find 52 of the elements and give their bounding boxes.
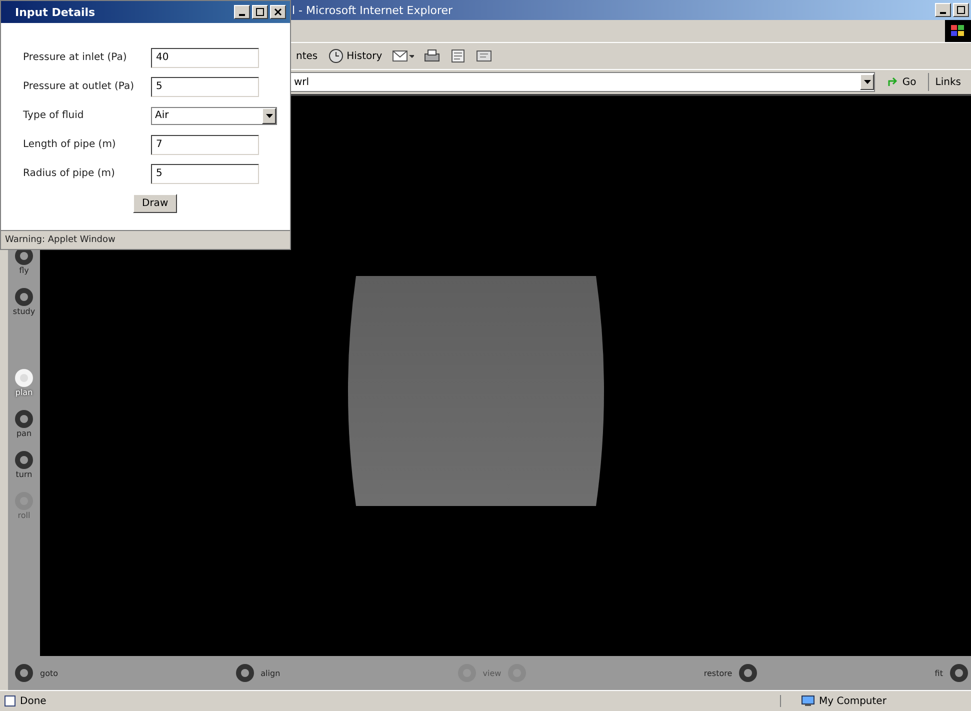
field-label: Pressure at outlet (Pa) [23,81,136,92]
close-icon [274,8,282,16]
arrow-icon [887,76,900,88]
window-title: l - Microsoft Internet Explorer [292,4,453,16]
links-button[interactable]: Links [928,73,967,91]
circle-icon [234,663,255,683]
favorites-button[interactable]: ntes [296,50,318,62]
field-label: Pressure at inlet (Pa) [23,52,128,63]
viewpoint-button[interactable]: restore [704,663,758,683]
circle-icon [14,409,34,429]
viewpoint-button[interactable]: goto [14,663,58,683]
maximize-icon [957,6,965,14]
minimize-button[interactable] [935,3,951,17]
applet-warning: Warning: Applet Window [1,230,290,249]
maximize-button[interactable] [252,5,268,19]
input-field[interactable]: 5 [151,76,259,96]
input-field[interactable]: 40 [151,48,259,68]
circle-icon [14,287,34,307]
dialog-title: Input Details [15,6,96,18]
circle-icon [738,663,758,683]
maximize-icon [256,8,264,16]
draw-button[interactable]: Draw [133,194,178,213]
history-button[interactable]: History [328,48,382,64]
navigation-button[interactable]: pan [14,409,34,438]
circle-icon [14,450,34,470]
field-label: Radius of pipe (m) [23,168,116,179]
zone-text: My Computer [819,696,886,706]
mail-icon[interactable] [392,48,414,64]
status-text: Done [20,696,46,706]
address-field[interactable]: wrl [289,72,876,92]
viewpoint-button[interactable]: fit [934,663,969,683]
navigation-button[interactable]: turn [14,450,34,479]
input-field[interactable]: 7 [151,134,259,154]
print-icon[interactable] [424,48,440,64]
go-button[interactable]: Go [881,76,922,88]
field-label: Type of fluid [23,110,85,121]
navigation-button[interactable]: study [12,287,36,316]
viewpoint-button[interactable]: align [234,663,280,683]
circle-icon [14,368,34,388]
history-icon [328,48,344,64]
windows-logo-icon [945,20,971,42]
minimize-button[interactable] [234,5,250,19]
field-label: Length of pipe (m) [23,139,117,150]
fluid-dropdown[interactable]: Air [151,106,277,124]
circle-icon [14,663,34,683]
edit-icon[interactable] [450,48,466,64]
close-button[interactable] [270,5,286,19]
maximize-button[interactable] [953,3,969,17]
page-icon [4,695,16,707]
computer-icon [801,695,815,707]
discuss-icon[interactable] [476,48,492,64]
input-field[interactable]: 5 [151,164,259,184]
